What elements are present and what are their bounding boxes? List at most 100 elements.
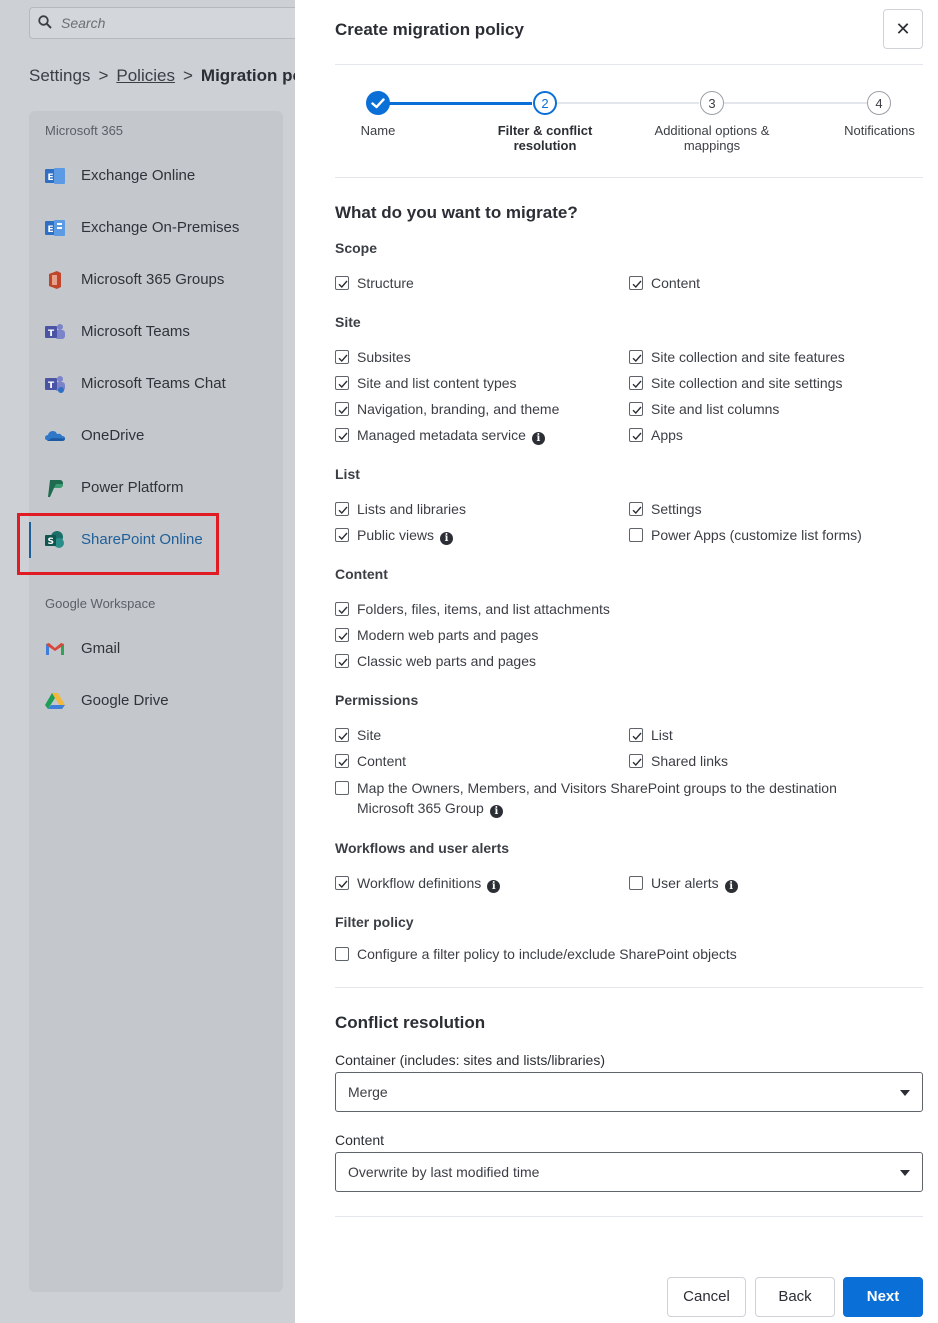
checkbox-box[interactable]: [335, 654, 349, 668]
checkbox-box[interactable]: [335, 947, 349, 961]
step-2-circle[interactable]: 2: [533, 91, 557, 115]
sidebar-group-google-workspace: Google Workspace: [45, 596, 156, 611]
back-button[interactable]: Back: [755, 1277, 835, 1317]
checkbox-box[interactable]: [629, 276, 643, 290]
breadcrumb-policies[interactable]: Policies: [116, 66, 175, 86]
checkbox-box[interactable]: [335, 428, 349, 442]
sidebar-item-teams[interactable]: T Microsoft Teams: [29, 312, 283, 352]
content-title: Content: [335, 566, 388, 582]
checkbox-box[interactable]: [335, 728, 349, 742]
migrate-heading: What do you want to migrate?: [335, 203, 578, 222]
step-connector-2: [556, 102, 699, 104]
info-icon[interactable]: i: [489, 805, 503, 818]
container-select[interactable]: Merge: [335, 1072, 923, 1112]
sidebar: Microsoft 365 E Exchange Online E Exchan…: [29, 111, 283, 1292]
sidebar-item-m365-groups[interactable]: Microsoft 365 Groups: [29, 260, 283, 300]
office-groups-icon: [49, 271, 61, 289]
sidebar-item-exchange-online[interactable]: E Exchange Online: [29, 156, 283, 196]
exchange-onprem-icon: E: [45, 220, 65, 236]
permissions-title: Permissions: [335, 692, 419, 708]
checkbox-box[interactable]: [335, 781, 349, 795]
checkbox-box[interactable]: [629, 728, 643, 742]
panel-title: Create migration policy: [335, 20, 524, 39]
search-placeholder: Search: [61, 15, 106, 31]
step-4-label: Notifications: [844, 123, 915, 138]
caret-down-icon: [900, 1170, 910, 1176]
close-button[interactable]: ✕: [883, 9, 923, 49]
sidebar-item-google-drive[interactable]: Google Drive: [29, 681, 283, 721]
checkbox-box[interactable]: [629, 502, 643, 516]
cancel-button[interactable]: Cancel: [667, 1277, 746, 1317]
next-button[interactable]: Next: [843, 1277, 923, 1317]
sidebar-item-onedrive[interactable]: OneDrive: [29, 416, 283, 456]
check-icon: [632, 506, 642, 515]
search-icon: [38, 15, 52, 29]
breadcrumb: Settings > Policies > Migration pol: [29, 66, 308, 86]
check-icon: [338, 632, 348, 641]
checkbox-box[interactable]: [335, 502, 349, 516]
checkbox-box[interactable]: [629, 428, 643, 442]
content-conflict-label: Content: [335, 1132, 385, 1148]
step-3-label: Additional options & mappings: [654, 123, 770, 153]
close-icon: ✕: [895, 19, 911, 39]
sidebar-item-power-platform[interactable]: Power Platform: [29, 468, 283, 508]
check-icon: [632, 406, 642, 415]
checkbox-box[interactable]: [629, 528, 643, 542]
sidebar-item-gmail[interactable]: Gmail: [29, 629, 283, 669]
step-4-circle[interactable]: 4: [867, 91, 891, 115]
container-select-value: Merge: [348, 1084, 388, 1100]
divider: [335, 64, 923, 65]
divider: [335, 987, 923, 988]
checkbox-box[interactable]: [629, 402, 643, 416]
checkbox-box[interactable]: [335, 602, 349, 616]
check-icon: [338, 658, 348, 667]
checkbox-box[interactable]: [335, 528, 349, 542]
check-icon: [338, 380, 348, 389]
checkbox-box[interactable]: [335, 376, 349, 390]
list-title: List: [335, 466, 360, 482]
content-select[interactable]: Overwrite by last modified time: [335, 1152, 923, 1192]
info-icon[interactable]: i: [724, 880, 738, 893]
breadcrumb-settings[interactable]: Settings: [29, 66, 90, 86]
info-icon[interactable]: i: [440, 532, 454, 545]
highlight-box: [17, 513, 219, 575]
check-icon: [632, 732, 642, 741]
checkbox-box[interactable]: [335, 754, 349, 768]
divider: [335, 1216, 923, 1217]
checkbox-box[interactable]: [629, 376, 643, 390]
step-3-circle[interactable]: 3: [700, 91, 724, 115]
step-1-label: Name: [360, 123, 396, 138]
chevron-right-icon: >: [98, 66, 109, 85]
step-connector-1: [378, 102, 532, 105]
check-icon: [632, 280, 642, 289]
check-icon: [338, 880, 348, 889]
divider: [335, 177, 923, 178]
checkbox-box[interactable]: [335, 276, 349, 290]
caret-down-icon: [900, 1090, 910, 1096]
sidebar-item-exchange-onprem[interactable]: E Exchange On-Premises: [29, 208, 283, 248]
checkbox-box[interactable]: [629, 350, 643, 364]
checkbox-map-groups[interactable]: Map the Owners, Members, and Visitors Sh…: [335, 778, 875, 820]
checkbox-box[interactable]: [335, 628, 349, 642]
info-icon[interactable]: i: [487, 880, 501, 893]
step-1-circle[interactable]: [366, 91, 390, 115]
checkbox-box[interactable]: [335, 350, 349, 364]
checkmark-icon: [371, 98, 385, 109]
content-select-value: Overwrite by last modified time: [348, 1164, 540, 1180]
teams-icon: T: [45, 324, 65, 339]
checkbox-box[interactable]: [335, 876, 349, 890]
sidebar-item-teams-chat[interactable]: T Microsoft Teams Chat: [29, 364, 283, 404]
checkbox-box[interactable]: [629, 876, 643, 890]
search-box[interactable]: Search: [29, 7, 329, 39]
filter-policy-title: Filter policy: [335, 914, 414, 930]
svg-text:E: E: [48, 173, 54, 183]
checkbox-box[interactable]: [335, 402, 349, 416]
checkbox-box[interactable]: [629, 754, 643, 768]
exchange-online-icon: E: [45, 168, 65, 184]
sidebar-group-microsoft-365: Microsoft 365: [45, 123, 124, 138]
info-icon[interactable]: i: [531, 432, 545, 445]
check-icon: [338, 758, 348, 767]
site-title: Site: [335, 314, 361, 330]
check-icon: [338, 606, 348, 615]
check-icon: [632, 354, 642, 363]
